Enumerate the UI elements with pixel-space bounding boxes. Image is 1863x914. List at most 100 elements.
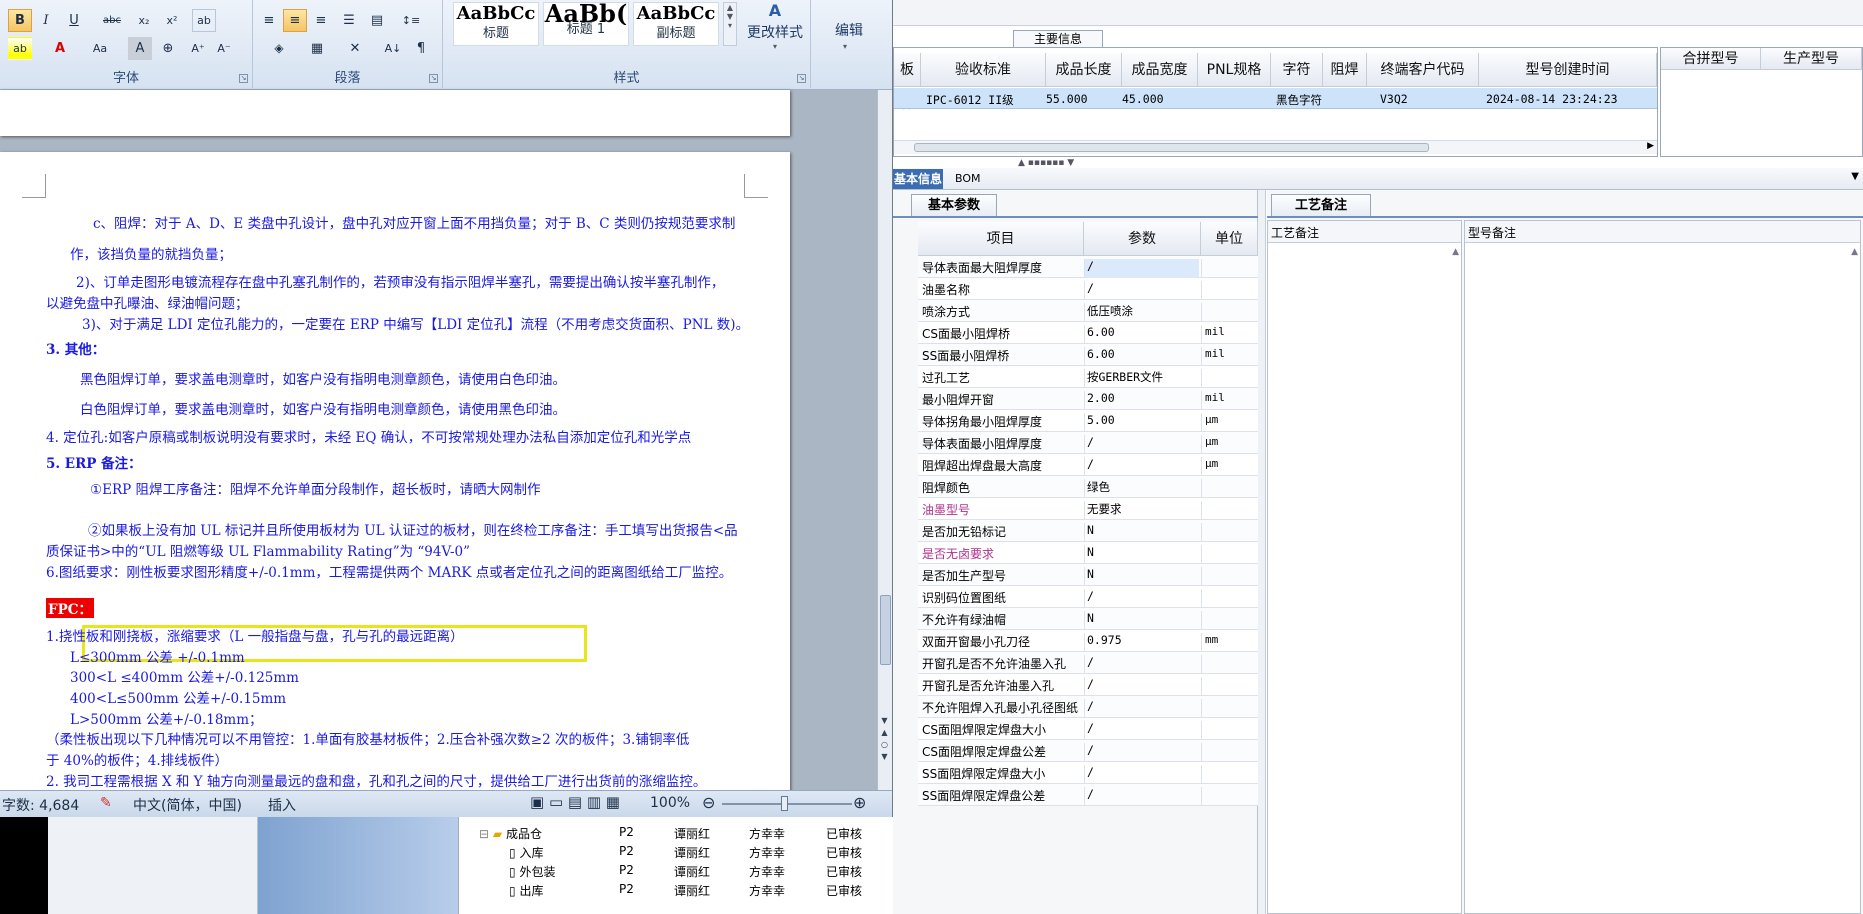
- param-value[interactable]: /: [1084, 457, 1199, 476]
- splitter[interactable]: [1258, 190, 1266, 914]
- param-row[interactable]: 开窗孔是否不允许油墨入孔 /: [918, 652, 1258, 674]
- distributed-button[interactable]: ▤: [365, 9, 389, 32]
- param-row[interactable]: 油墨型号 无要求: [918, 498, 1258, 520]
- scroll-up-icon[interactable]: ▲: [1851, 247, 1858, 257]
- tree-row[interactable]: ▯ 入库: [509, 844, 543, 861]
- chevron-down-icon[interactable]: ▼: [1851, 171, 1859, 182]
- param-value[interactable]: 0.975: [1084, 633, 1199, 652]
- param-row[interactable]: 是否无卤要求 N: [918, 542, 1258, 564]
- view-buttons-icon[interactable]: ▣ ▭ ▤ ▥ ▦: [530, 793, 620, 811]
- param-value[interactable]: 无要求: [1084, 501, 1199, 520]
- shading-button[interactable]: ◈: [267, 37, 291, 60]
- shrink-font-button[interactable]: A⁻: [212, 37, 236, 60]
- col-header[interactable]: 字符: [1271, 53, 1323, 87]
- col-header[interactable]: 型号创建时间: [1479, 53, 1657, 87]
- param-row[interactable]: SS面阻焊限定焊盘大小 /: [918, 762, 1258, 784]
- language-indicator[interactable]: 中文(简体，中国): [133, 795, 242, 815]
- param-value[interactable]: /: [1084, 765, 1199, 784]
- param-value[interactable]: 低压喷涂: [1084, 303, 1199, 322]
- italic-button[interactable]: I: [34, 9, 58, 32]
- tab-bom[interactable]: BOM: [955, 172, 981, 185]
- tree-row[interactable]: ⊟ ▰ 成品仓: [479, 825, 542, 842]
- col-header[interactable]: 单位: [1201, 222, 1258, 256]
- param-value[interactable]: /: [1084, 281, 1199, 300]
- change-styles-button[interactable]: A 更改样式 ▾: [741, 0, 809, 54]
- param-value[interactable]: 6.00: [1084, 347, 1199, 366]
- param-value[interactable]: N: [1084, 567, 1199, 586]
- param-row[interactable]: 油墨名称 /: [918, 278, 1258, 300]
- param-row[interactable]: CS面最小阻焊桥 6.00 mil: [918, 322, 1258, 344]
- show-marks-button[interactable]: ¶: [409, 37, 433, 60]
- param-value[interactable]: /: [1084, 721, 1199, 740]
- col-header[interactable]: 合拼型号: [1661, 48, 1761, 70]
- justify-button[interactable]: ☰: [337, 9, 361, 32]
- param-value[interactable]: N: [1084, 545, 1199, 564]
- col-header[interactable]: 项目: [918, 222, 1084, 256]
- sort-button[interactable]: A↓: [381, 37, 405, 60]
- edit-button[interactable]: 编辑: [819, 20, 879, 40]
- font-color-button[interactable]: A: [48, 37, 72, 60]
- insert-mode[interactable]: 插入: [268, 795, 296, 815]
- param-value[interactable]: /: [1084, 589, 1199, 608]
- bold-button[interactable]: B: [8, 9, 32, 32]
- proofing-icon[interactable]: ✎: [100, 795, 112, 811]
- col-header[interactable]: 阻焊: [1323, 53, 1367, 87]
- param-row[interactable]: 喷涂方式 低压喷涂: [918, 300, 1258, 322]
- param-value[interactable]: /: [1084, 699, 1199, 718]
- param-row[interactable]: 是否加生产型号 N: [918, 564, 1258, 586]
- styles-scroll-icon[interactable]: ▲ ▼ ▾: [723, 2, 737, 46]
- param-value[interactable]: /: [1084, 259, 1199, 278]
- font-dialog-launcher-icon[interactable]: ↘: [239, 74, 248, 83]
- tab-craft-remarks[interactable]: 工艺备注: [1271, 194, 1371, 216]
- word-count[interactable]: 字数: 4,684: [2, 795, 79, 815]
- superscript-button[interactable]: x²: [160, 9, 184, 32]
- zoom-out-icon[interactable]: ⊖: [702, 793, 715, 812]
- tab-basic-params[interactable]: 基本参数: [911, 194, 997, 216]
- param-row[interactable]: 导体表面最大阻焊厚度 /: [918, 256, 1258, 278]
- zoom-in-icon[interactable]: ⊕: [853, 793, 866, 812]
- subscript-button[interactable]: x₂: [132, 9, 156, 32]
- browse-object-icons[interactable]: ▼ ▲ ○ ▼: [881, 715, 888, 763]
- scroll-thumb[interactable]: [880, 595, 891, 665]
- model-remarks-box[interactable]: 型号备注 ▲: [1464, 220, 1861, 914]
- col-header[interactable]: 生产型号: [1761, 48, 1862, 70]
- col-header[interactable]: 参数: [1084, 222, 1201, 256]
- chevron-right-icon[interactable]: ▶: [1647, 141, 1654, 151]
- align-right-button[interactable]: ≡: [309, 9, 333, 32]
- align-center-button[interactable]: ≡: [283, 9, 307, 32]
- zoom-slider-thumb[interactable]: [781, 796, 788, 811]
- param-value[interactable]: N: [1084, 523, 1199, 542]
- highlight-color-button[interactable]: ab: [8, 37, 32, 60]
- tree-row[interactable]: ▯ 出库: [509, 882, 543, 899]
- style-subtitle[interactable]: AaBbCc 副标题: [633, 2, 719, 46]
- param-row[interactable]: CS面阻焊限定焊盘大小 /: [918, 718, 1258, 740]
- param-value[interactable]: /: [1084, 677, 1199, 696]
- chinese-layout-button[interactable]: ✕: [343, 37, 367, 60]
- col-header[interactable]: 终端客户代码: [1367, 53, 1479, 87]
- param-row[interactable]: SS面阻焊限定焊盘公差 /: [918, 784, 1258, 806]
- param-value[interactable]: 绿色: [1084, 479, 1199, 498]
- param-row[interactable]: 是否加无铅标记 N: [918, 520, 1258, 542]
- param-row[interactable]: 双面开窗最小孔刀径 0.975 mm: [918, 630, 1258, 652]
- document-scrollbar[interactable]: ▼ ▲ ○ ▼: [877, 90, 892, 790]
- param-row[interactable]: 最小阻焊开窗 2.00 mil: [918, 388, 1258, 410]
- param-value[interactable]: /: [1084, 655, 1199, 674]
- col-header[interactable]: 成品长度: [1046, 53, 1122, 87]
- styles-dialog-launcher-icon[interactable]: ↘: [797, 74, 806, 83]
- align-left-button[interactable]: ≡: [257, 9, 281, 32]
- change-case-button[interactable]: Aa: [88, 37, 112, 60]
- param-value[interactable]: 按GERBER文件: [1084, 369, 1199, 388]
- param-row[interactable]: 识别码位置图纸 /: [918, 586, 1258, 608]
- zoom-level[interactable]: 100%: [650, 795, 690, 811]
- enclose-char-button[interactable]: ⊕: [156, 37, 180, 60]
- param-row[interactable]: 开窗孔是否允许油墨入孔 /: [918, 674, 1258, 696]
- line-spacing-button[interactable]: ↕≡: [399, 9, 423, 32]
- param-value[interactable]: 2.00: [1084, 391, 1199, 410]
- paragraph-dialog-launcher-icon[interactable]: ↘: [429, 74, 438, 83]
- col-header[interactable]: 板材: [894, 53, 921, 112]
- param-row[interactable]: 导体拐角最小阻焊厚度 5.00 μm: [918, 410, 1258, 432]
- scroll-thumb[interactable]: [914, 143, 1429, 152]
- param-row[interactable]: 阻焊颜色 绿色: [918, 476, 1258, 498]
- param-row[interactable]: 导体表面最小阻焊厚度 / μm: [918, 432, 1258, 454]
- table-row[interactable]: IPC-6012 II级 55.000 45.000 黑色字符 V3Q2 202…: [894, 88, 1657, 109]
